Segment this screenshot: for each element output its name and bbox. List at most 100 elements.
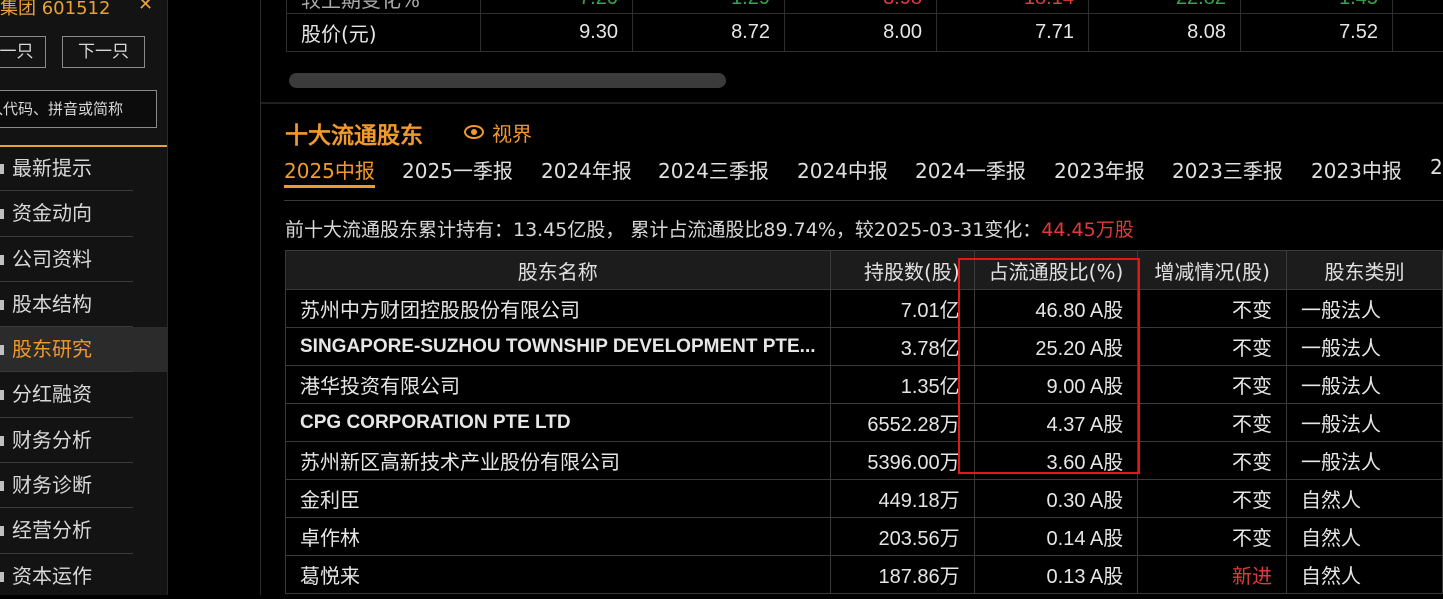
sidebar-item-label: 股东研究 (12, 337, 92, 361)
holder-shares: 6552.28万 (830, 404, 974, 442)
report-tab[interactable]: 2025一季报 (402, 155, 513, 184)
sidebar-item-label: 资本运作 (12, 564, 92, 588)
report-tab[interactable]: 2024一季报 (915, 155, 1026, 184)
shareholders-table: 股东名称 持股数(股) 占流通股比(%) 增减情况(股) 股东类别 苏州中方财团… (285, 250, 1443, 594)
table-row: 较上期变化% 7.20 1.29 3.98 18.14 22.82 1.45 (287, 0, 1443, 14)
sidebar-item[interactable]: 最新提示 (0, 146, 167, 191)
sidebar-item[interactable]: 股本结构 (0, 282, 167, 327)
sidebar-item[interactable]: 财务分析 (0, 418, 167, 463)
report-tab[interactable]: 2025中报 (284, 155, 375, 184)
report-tab[interactable]: 20 (1430, 155, 1443, 179)
price-table: 较上期变化% 7.20 1.29 3.98 18.14 22.82 1.45 股… (286, 0, 1443, 52)
price-table-container: 较上期变化% 7.20 1.29 3.98 18.14 22.82 1.45 股… (286, 0, 1443, 68)
view-link[interactable]: 视界 (464, 118, 532, 147)
table-row[interactable]: 葛悦来187.86万0.13 A股新进自然人 (286, 556, 1443, 594)
holder-change: 不变 (1138, 366, 1287, 404)
table-cell: 9.30 (481, 14, 633, 52)
summary-text: 前十大流通股东累计持有：13.45亿股， 累计占流通股比89.74%，较2025… (285, 215, 1134, 242)
table-cell: 1.45 (1241, 0, 1393, 14)
holder-shares: 1.35亿 (830, 366, 974, 404)
report-tab[interactable]: 2023中报 (1311, 155, 1402, 184)
row-label: 较上期变化% (287, 0, 481, 14)
sidebar-item-label: 最新提示 (12, 156, 92, 180)
holder-shares: 3.78亿 (830, 328, 974, 366)
close-icon[interactable]: ✕ (138, 0, 153, 15)
holder-category: 一般法人 (1287, 404, 1443, 442)
column-header[interactable]: 占流通股比(%) (974, 251, 1138, 290)
holder-ratio: 46.80 A股 (974, 290, 1138, 328)
report-tab[interactable]: 2024中报 (797, 155, 888, 184)
column-header[interactable]: 股东类别 (1287, 251, 1443, 290)
table-cell: 18.14 (937, 0, 1089, 14)
prev-stock-button[interactable]: 上一只 (0, 36, 46, 68)
holder-name: SINGAPORE-SUZHOU TOWNSHIP DEVELOPMENT PT… (286, 328, 831, 366)
report-tab[interactable]: 2023年报 (1054, 155, 1145, 184)
holder-category: 自然人 (1287, 556, 1443, 594)
table-row[interactable]: 卓作林203.56万0.14 A股不变自然人 (286, 518, 1443, 556)
table-row[interactable]: 金利臣449.18万0.30 A股不变自然人 (286, 480, 1443, 518)
sidebar-item[interactable]: 公司资料 (0, 237, 167, 282)
table-row[interactable]: SINGAPORE-SUZHOU TOWNSHIP DEVELOPMENT PT… (286, 328, 1443, 366)
sidebar-item[interactable]: 经营分析 (0, 508, 167, 553)
holder-ratio: 4.37 A股 (974, 404, 1138, 442)
sidebar-item[interactable]: 分红融资 (0, 372, 167, 417)
holder-category: 一般法人 (1287, 366, 1443, 404)
holder-name: 葛悦来 (286, 556, 831, 594)
holder-shares: 5396.00万 (830, 442, 974, 480)
holder-name: 苏州新区高新技术产业股份有限公司 (286, 442, 831, 480)
sidebar-item[interactable]: 财务诊断 (0, 463, 167, 508)
holder-shares: 203.56万 (830, 518, 974, 556)
column-header[interactable]: 增减情况(股) (1138, 251, 1287, 290)
section-divider (261, 102, 1443, 104)
holder-category: 一般法人 (1287, 442, 1443, 480)
sidebar-item-label: 经营分析 (12, 518, 92, 542)
holder-category: 一般法人 (1287, 290, 1443, 328)
row-label: 股价(元) (287, 14, 481, 52)
holder-name: 苏州中方财团控股股份有限公司 (286, 290, 831, 328)
table-header-row: 股东名称 持股数(股) 占流通股比(%) 增减情况(股) 股东类别 (286, 251, 1443, 290)
holder-ratio: 3.60 A股 (974, 442, 1138, 480)
sidebar-item-label: 分红融资 (12, 382, 92, 406)
table-row[interactable]: 苏州新区高新技术产业股份有限公司5396.00万3.60 A股不变一般法人 (286, 442, 1443, 480)
holder-category: 一般法人 (1287, 328, 1443, 366)
table-cell: 7.52 (1241, 14, 1393, 52)
column-header[interactable]: 股东名称 (286, 251, 831, 290)
holder-shares: 187.86万 (830, 556, 974, 594)
holder-ratio: 0.14 A股 (974, 518, 1138, 556)
sidebar-item[interactable]: 股东研究 (0, 327, 167, 372)
holder-change: 不变 (1138, 290, 1287, 328)
holder-change: 不变 (1138, 518, 1287, 556)
holder-change: 不变 (1138, 442, 1287, 480)
stock-title: 集团 601512 ✕ (0, 0, 167, 18)
holder-ratio: 0.13 A股 (974, 556, 1138, 594)
table-row[interactable]: 港华投资有限公司1.35亿9.00 A股不变一般法人 (286, 366, 1443, 404)
sidebar: 集团 601512 ✕ 上一只 下一只 输入代码、拼音或简称 最新提示资金动向公… (0, 0, 168, 595)
next-stock-button[interactable]: 下一只 (62, 36, 145, 68)
summary-change: 44.45万股 (1041, 219, 1133, 241)
column-header[interactable]: 持股数(股) (830, 251, 974, 290)
sidebar-item-label: 股本结构 (12, 292, 92, 316)
report-tab[interactable]: 2024三季报 (658, 155, 769, 184)
stock-search-input[interactable]: 输入代码、拼音或简称 (0, 90, 157, 128)
horizontal-scrollbar[interactable] (289, 73, 726, 88)
sidebar-item[interactable]: 资金动向 (0, 191, 167, 236)
holder-change: 新进 (1138, 556, 1287, 594)
report-tab[interactable]: 2024年报 (541, 155, 632, 184)
sidebar-item[interactable]: 资本运作 (0, 554, 167, 599)
sidebar-item-label: 公司资料 (12, 247, 92, 271)
table-cell: 1.29 (633, 0, 785, 14)
holder-shares: 7.01亿 (830, 290, 974, 328)
table-row[interactable]: 苏州中方财团控股股份有限公司7.01亿46.80 A股不变一般法人 (286, 290, 1443, 328)
report-tab[interactable]: 2023三季报 (1172, 155, 1283, 184)
table-row[interactable]: CPG CORPORATION PTE LTD6552.28万4.37 A股不变… (286, 404, 1443, 442)
holder-name: 卓作林 (286, 518, 831, 556)
holder-name: CPG CORPORATION PTE LTD (286, 404, 831, 442)
table-row: 股价(元) 9.30 8.72 8.00 7.71 8.08 7.52 (287, 14, 1443, 52)
holder-name: 金利臣 (286, 480, 831, 518)
holder-change: 不变 (1138, 404, 1287, 442)
table-cell (1393, 0, 1443, 14)
table-cell: 8.00 (785, 14, 937, 52)
holder-change: 不变 (1138, 328, 1287, 366)
holder-ratio: 9.00 A股 (974, 366, 1138, 404)
holder-name: 港华投资有限公司 (286, 366, 831, 404)
